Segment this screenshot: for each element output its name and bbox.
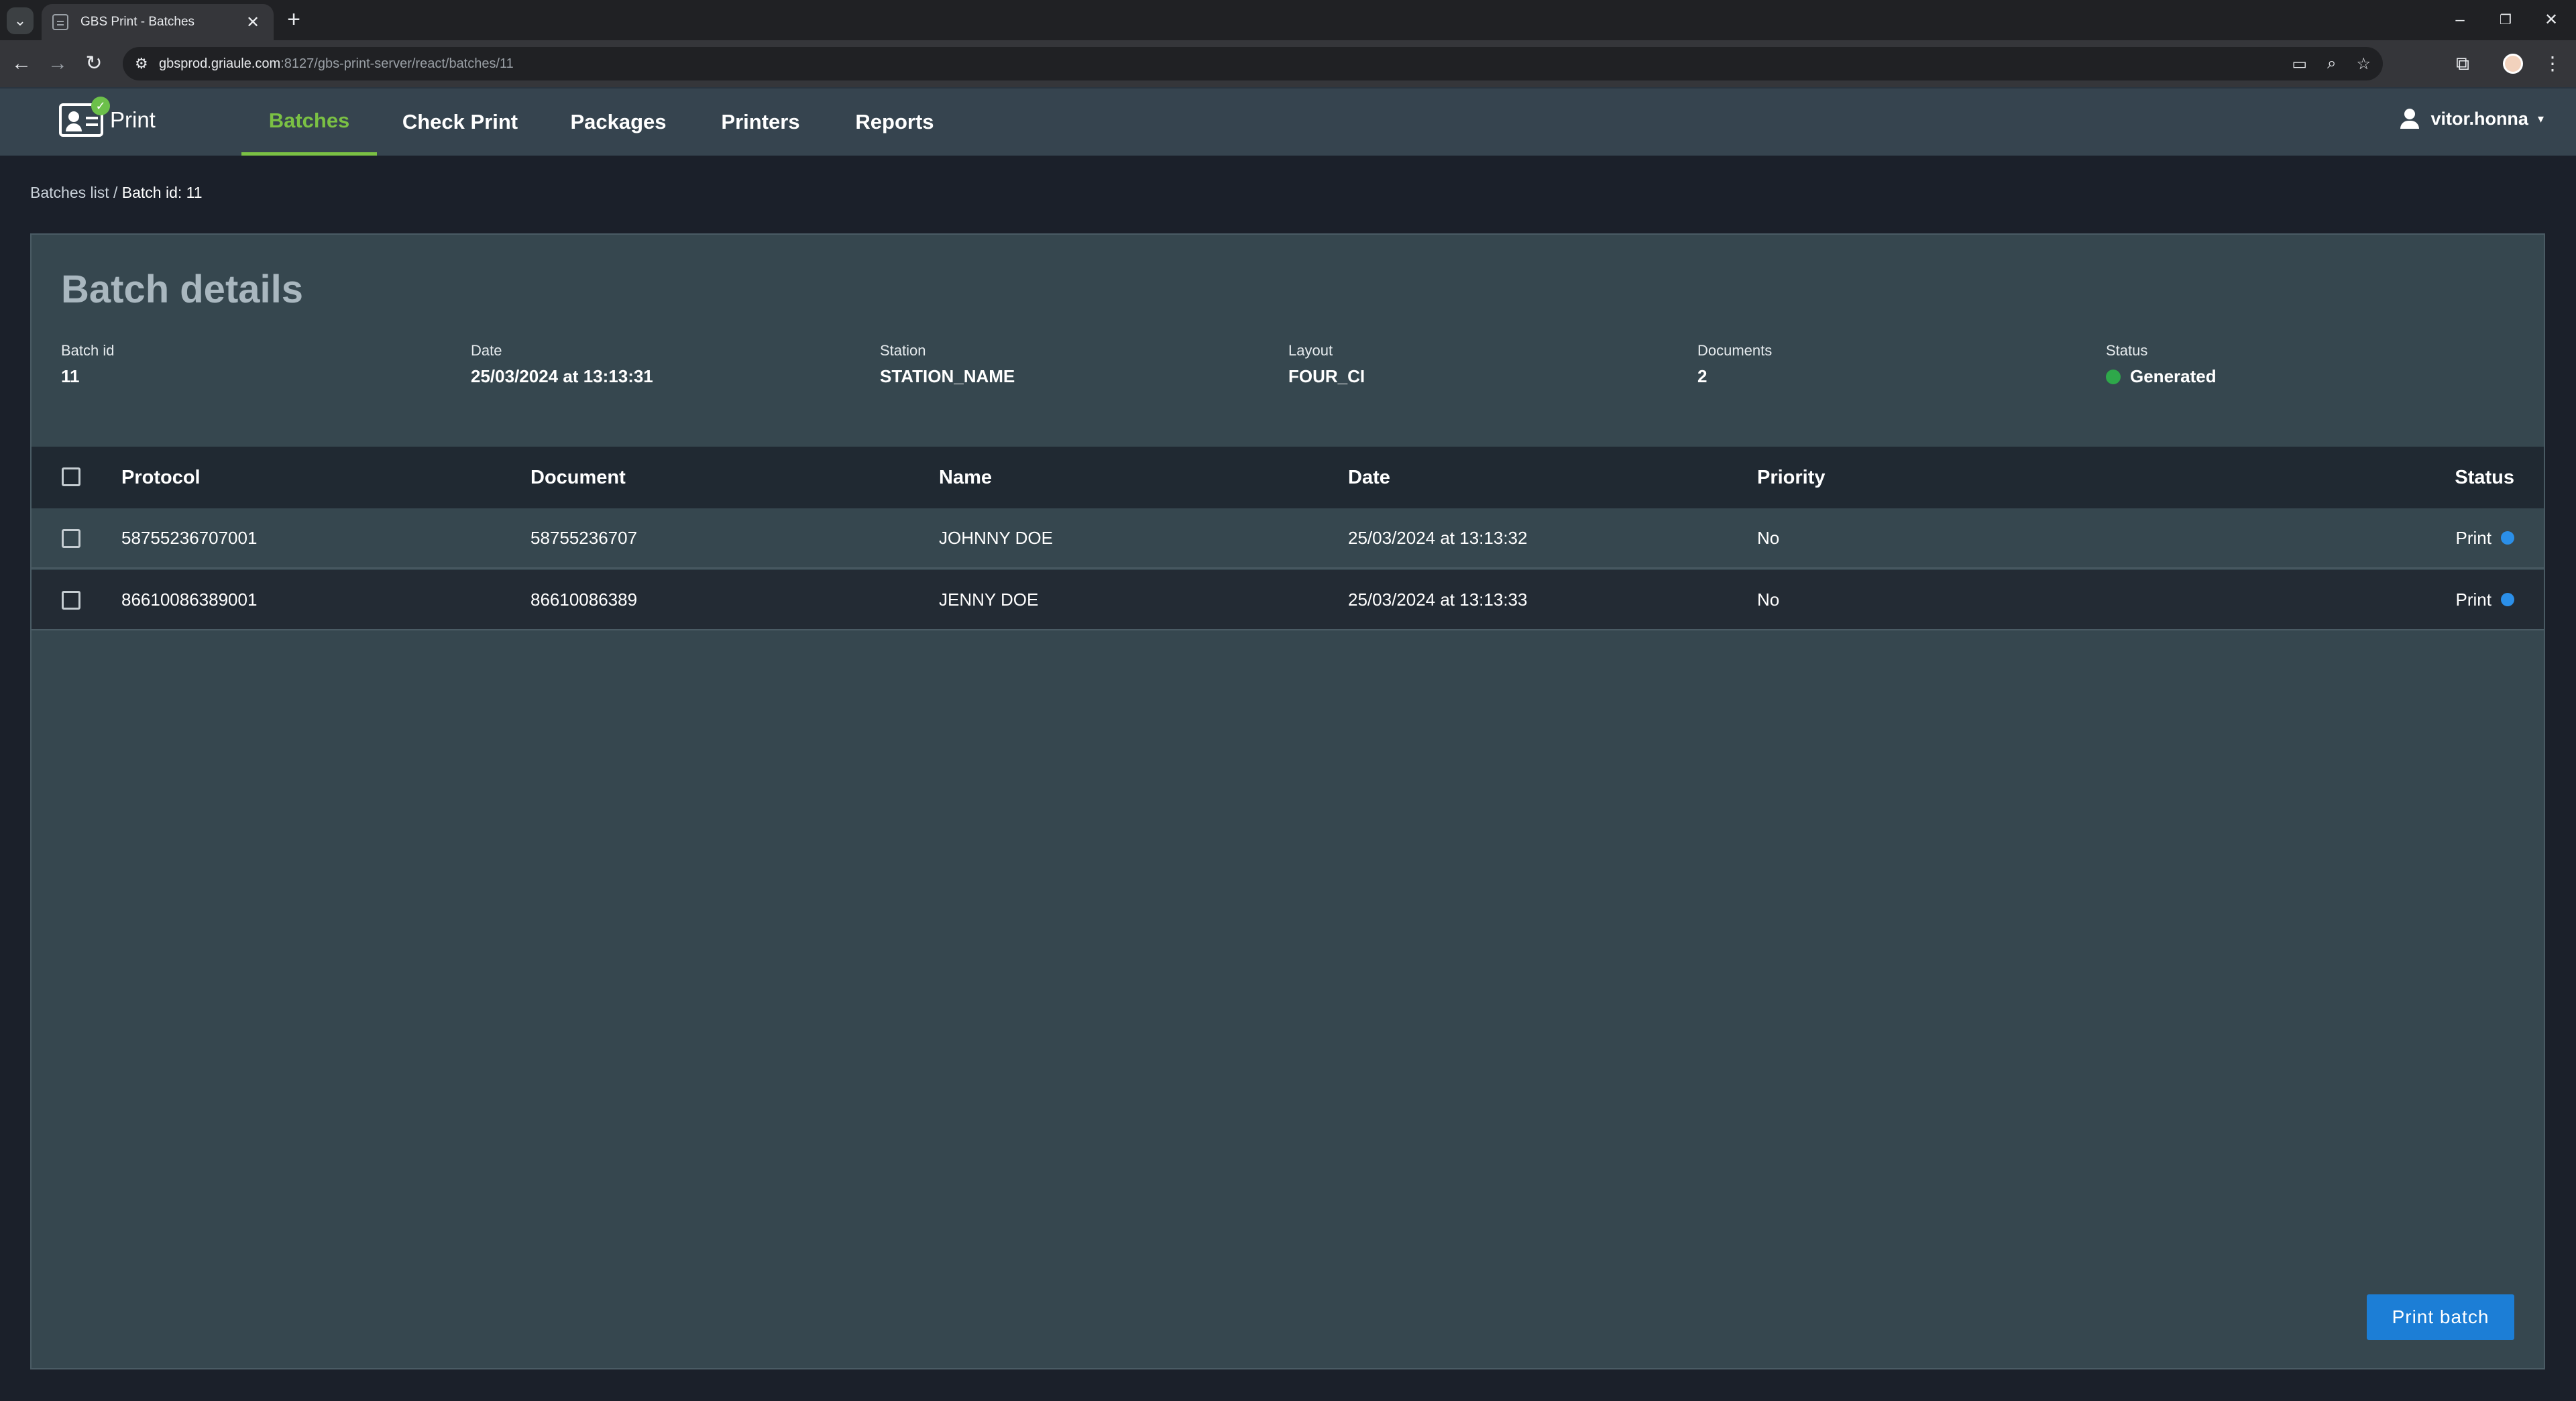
status-dot-icon bbox=[2501, 593, 2514, 606]
status-text: Print bbox=[2455, 527, 2491, 548]
chrome-menu-icon[interactable]: ⋮ bbox=[2538, 49, 2567, 78]
column-header-date[interactable]: Date bbox=[1348, 447, 1390, 508]
user-name: vitor.honna bbox=[2430, 108, 2528, 129]
close-window-button[interactable]: ✕ bbox=[2531, 7, 2571, 34]
browser-tab[interactable]: GBS Print - Batches ✕ bbox=[42, 4, 274, 40]
bookmark-star-icon[interactable]: ☆ bbox=[2356, 54, 2371, 74]
forward-arrow-icon[interactable]: → bbox=[43, 49, 72, 78]
url-path: :8127/gbs-print-server/react/batches/11 bbox=[280, 56, 514, 71]
info-label: Documents bbox=[1697, 342, 1773, 359]
table-header: Protocol Document Name Date Priority Sta… bbox=[32, 447, 2544, 508]
breadcrumb-current: Batch id: 11 bbox=[121, 184, 203, 201]
cell-protocol: 58755236707001 bbox=[121, 527, 258, 548]
app-header: ✓ Print Batches Check Print Packages Pri… bbox=[0, 87, 2576, 156]
breadcrumb-separator: / bbox=[109, 184, 122, 201]
info-label: Date bbox=[471, 342, 502, 359]
status-dot-icon bbox=[2106, 369, 2121, 384]
info-date: Date 25/03/2024 at 13:13:31 bbox=[471, 342, 653, 387]
info-batch-id: Batch id 11 bbox=[61, 342, 115, 387]
cell-document: 58755236707 bbox=[530, 527, 638, 548]
app-logo[interactable]: ✓ Print bbox=[59, 97, 156, 137]
info-label: Layout bbox=[1288, 342, 1333, 359]
tab-close-icon[interactable]: ✕ bbox=[243, 13, 263, 32]
restore-button[interactable]: ❐ bbox=[2485, 7, 2526, 34]
column-header-protocol[interactable]: Protocol bbox=[121, 447, 201, 508]
column-header-status[interactable]: Status bbox=[2455, 447, 2514, 508]
reload-icon[interactable]: ↻ bbox=[79, 49, 109, 78]
row-checkbox[interactable] bbox=[62, 591, 80, 610]
info-value: FOUR_CI bbox=[1288, 366, 1365, 386]
nav-printers[interactable]: Printers bbox=[714, 89, 807, 156]
info-layout: Layout FOUR_CI bbox=[1288, 342, 1365, 387]
row-checkbox[interactable] bbox=[62, 529, 80, 548]
id-card-icon: ✓ bbox=[59, 97, 110, 137]
nav-reports[interactable]: Reports bbox=[848, 89, 942, 156]
info-label: Status bbox=[2106, 342, 2148, 359]
browser-tabstrip: ⌄ GBS Print - Batches ✕ + – ❐ ✕ bbox=[0, 0, 2576, 40]
column-header-priority[interactable]: Priority bbox=[1757, 447, 1826, 508]
info-status: Status Generated bbox=[2106, 342, 2217, 387]
cell-status: Print bbox=[2456, 570, 2514, 629]
info-documents: Documents 2 bbox=[1697, 342, 1772, 387]
site-settings-icon[interactable]: ⚙ bbox=[135, 55, 159, 72]
info-value: STATION_NAME bbox=[880, 366, 1015, 386]
breadcrumb: Batches list / Batch id: 11 bbox=[30, 184, 203, 202]
print-batch-button[interactable]: Print batch bbox=[2367, 1294, 2514, 1340]
nav-packages[interactable]: Packages bbox=[561, 89, 676, 156]
tab-search-chevron-icon[interactable]: ⌄ bbox=[7, 7, 34, 34]
cell-name: JENNY DOE bbox=[939, 589, 1039, 610]
minimize-button[interactable]: – bbox=[2440, 7, 2480, 34]
nav-check-print[interactable]: Check Print bbox=[396, 89, 524, 156]
caret-down-icon: ▾ bbox=[2537, 111, 2544, 125]
cell-document: 86610086389 bbox=[530, 589, 638, 610]
table-row[interactable]: 86610086389001 86610086389 JENNY DOE 25/… bbox=[32, 570, 2544, 630]
new-tab-button[interactable]: + bbox=[282, 8, 306, 32]
breadcrumb-batches-list[interactable]: Batches list bbox=[30, 184, 109, 201]
info-label: Station bbox=[880, 342, 926, 359]
back-arrow-icon[interactable]: ← bbox=[7, 49, 36, 78]
cell-status: Print bbox=[2456, 508, 2514, 567]
user-menu[interactable]: vitor.honna ▾ bbox=[2398, 107, 2544, 130]
info-value: 25/03/2024 at 13:13:31 bbox=[471, 366, 653, 386]
info-value: 2 bbox=[1697, 366, 1707, 386]
column-header-document[interactable]: Document bbox=[530, 447, 626, 508]
logo-text: Print bbox=[110, 107, 156, 132]
info-value: 11 bbox=[61, 366, 80, 386]
cell-date: 25/03/2024 at 13:13:33 bbox=[1348, 589, 1528, 610]
info-label: Batch id bbox=[61, 342, 115, 359]
select-all-checkbox[interactable] bbox=[62, 467, 80, 486]
info-station: Station STATION_NAME bbox=[880, 342, 1015, 387]
user-icon bbox=[2398, 107, 2421, 130]
page-title: Batch details bbox=[61, 268, 303, 311]
profile-avatar[interactable] bbox=[2503, 54, 2523, 74]
extensions-icon[interactable]: ⧉ bbox=[2448, 49, 2477, 78]
cell-name: JOHNNY DOE bbox=[939, 527, 1053, 548]
status-dot-icon bbox=[2501, 531, 2514, 545]
zoom-icon[interactable]: ⌕ bbox=[2327, 54, 2336, 73]
cast-icon[interactable]: ▭ bbox=[2292, 54, 2307, 74]
address-bar[interactable]: ⚙ gbsprod.griaule.com :8127/gbs-print-se… bbox=[123, 47, 2383, 80]
status-text: Print bbox=[2455, 589, 2491, 610]
check-badge-icon: ✓ bbox=[91, 97, 110, 115]
nav-batches[interactable]: Batches bbox=[241, 89, 377, 156]
browser-toolbar: ← → ↻ ⚙ gbsprod.griaule.com :8127/gbs-pr… bbox=[0, 40, 2576, 87]
status-text: Generated bbox=[2130, 366, 2217, 386]
batch-details-card: Batch details Batch id 11 Date 25/03/202… bbox=[30, 233, 2545, 1369]
cell-priority: No bbox=[1757, 527, 1780, 548]
url-host: gbsprod.griaule.com bbox=[159, 56, 281, 71]
cell-priority: No bbox=[1757, 589, 1780, 610]
cell-date: 25/03/2024 at 13:13:32 bbox=[1348, 527, 1528, 548]
status-value: Generated bbox=[2106, 366, 2217, 387]
column-header-name[interactable]: Name bbox=[939, 447, 992, 508]
tab-favicon-icon bbox=[52, 14, 68, 30]
table-row[interactable]: 58755236707001 58755236707 JOHNNY DOE 25… bbox=[32, 508, 2544, 569]
cell-protocol: 86610086389001 bbox=[121, 589, 258, 610]
tab-title: GBS Print - Batches bbox=[80, 15, 195, 29]
